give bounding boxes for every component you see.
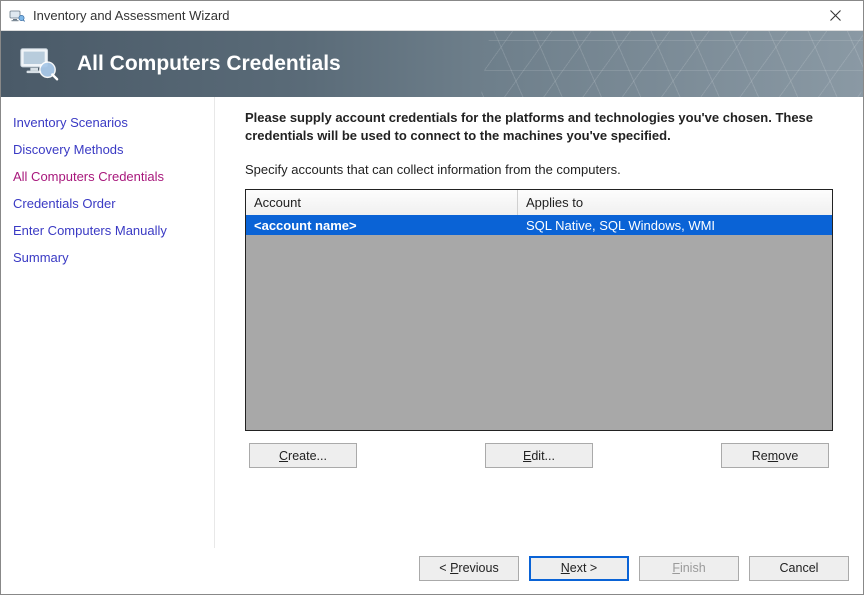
table-body[interactable]: <account name> SQL Native, SQL Windows, … — [246, 215, 832, 430]
edit-button[interactable]: Edit... — [485, 443, 593, 468]
window-title: Inventory and Assessment Wizard — [33, 8, 815, 23]
header-banner: All Computers Credentials — [1, 31, 863, 97]
column-header-account[interactable]: Account — [246, 190, 518, 215]
main-panel: Please supply account credentials for th… — [215, 97, 863, 548]
finish-button: Finish — [639, 556, 739, 581]
wizard-body: Inventory Scenarios Discovery Methods Al… — [1, 97, 863, 548]
table-actions: Create... Edit... Remove — [245, 431, 833, 468]
cell-account: <account name> — [246, 217, 518, 234]
sidebar-item-credentials-order[interactable]: Credentials Order — [11, 190, 204, 217]
remove-button[interactable]: Remove — [721, 443, 829, 468]
table-row[interactable]: <account name> SQL Native, SQL Windows, … — [246, 215, 832, 235]
app-icon — [9, 8, 25, 24]
sidebar-item-enter-computers-manually[interactable]: Enter Computers Manually — [11, 217, 204, 244]
sidebar-item-inventory-scenarios[interactable]: Inventory Scenarios — [11, 109, 204, 136]
titlebar: Inventory and Assessment Wizard — [1, 1, 863, 31]
sidebar: Inventory Scenarios Discovery Methods Al… — [1, 97, 215, 548]
table-header: Account Applies to — [246, 190, 832, 215]
header-icon — [17, 43, 59, 85]
instruction-text: Please supply account credentials for th… — [245, 109, 833, 144]
wizard-window: Inventory and Assessment Wizard All Comp… — [0, 0, 864, 595]
sidebar-item-summary[interactable]: Summary — [11, 244, 204, 271]
sidebar-item-discovery-methods[interactable]: Discovery Methods — [11, 136, 204, 163]
create-button[interactable]: Create... — [249, 443, 357, 468]
close-icon — [830, 10, 841, 21]
sub-instruction-text: Specify accounts that can collect inform… — [245, 162, 833, 177]
credentials-table: Account Applies to <account name> SQL Na… — [245, 189, 833, 431]
page-title: All Computers Credentials — [77, 52, 341, 76]
close-button[interactable] — [815, 2, 855, 30]
cancel-button[interactable]: Cancel — [749, 556, 849, 581]
previous-button[interactable]: < Previous — [419, 556, 519, 581]
column-header-applies-to[interactable]: Applies to — [518, 190, 832, 215]
sidebar-item-all-computers-credentials[interactable]: All Computers Credentials — [11, 163, 204, 190]
cell-applies-to: SQL Native, SQL Windows, WMI — [518, 217, 832, 234]
wizard-footer: < Previous Next > Finish Cancel — [1, 548, 863, 594]
next-button[interactable]: Next > — [529, 556, 629, 581]
